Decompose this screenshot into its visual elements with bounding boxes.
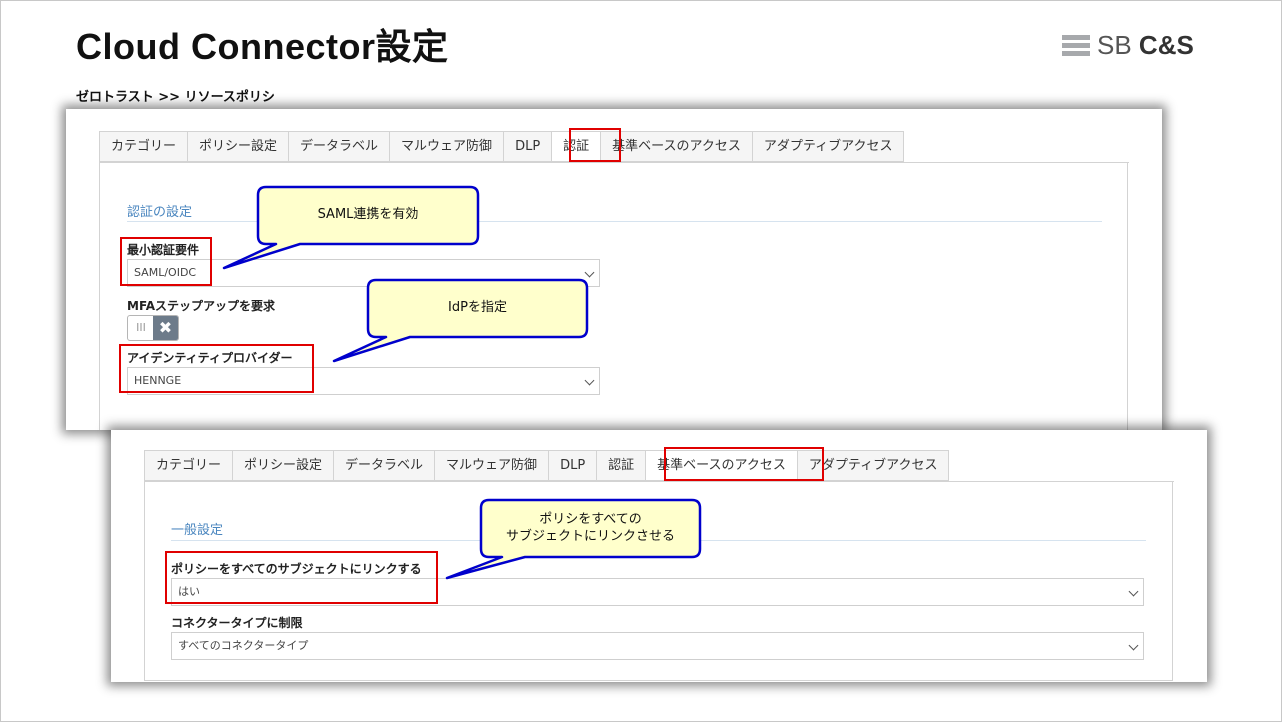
callout-policy-line1: ポリシをすべての xyxy=(539,512,642,527)
toggle-off-icon: ✖ xyxy=(153,316,178,340)
tab-criteria-based-access[interactable]: 基準ベースのアクセス xyxy=(600,131,752,162)
tab-data-label[interactable]: データラベル xyxy=(333,450,435,481)
callout-policy-line2: サブジェクトにリンクさせる xyxy=(505,529,675,544)
min-auth-label: 最小認証要件 xyxy=(127,243,200,257)
tab-policy-settings[interactable]: ポリシー設定 xyxy=(232,450,334,481)
idp-select[interactable]: HENNGE xyxy=(127,367,600,395)
chevron-down-icon xyxy=(1128,586,1139,597)
toggle-on-icon: III xyxy=(136,321,146,334)
min-auth-value: SAML/OIDC xyxy=(134,266,197,279)
callout-policy-text: ポリシをすべての サブジェクトにリンクさせる xyxy=(481,511,700,545)
callout-saml-text: SAML連携を有効 xyxy=(317,207,419,222)
connector-type-value: すべてのコネクタータイプ xyxy=(178,639,309,652)
tab-malware-defense[interactable]: マルウェア防御 xyxy=(434,450,549,481)
tab-adaptive-access[interactable]: アダプティブアクセス xyxy=(751,131,905,162)
callout-idp-text: IdPを指定 xyxy=(448,300,507,315)
connector-type-label: コネクタータイプに制限 xyxy=(171,616,303,630)
tab-adaptive-access[interactable]: アダプティブアクセス xyxy=(796,450,950,481)
company-logo: SB C&S xyxy=(1062,30,1197,62)
breadcrumb: ゼロトラスト >> リソースポリシ xyxy=(76,90,275,105)
tab-policy-settings[interactable]: ポリシー設定 xyxy=(187,131,289,162)
page-title: Cloud Connector設定 xyxy=(76,26,449,67)
tab-dlp[interactable]: DLP xyxy=(503,131,552,162)
auth-settings-panel: カテゴリー ポリシー設定 データラベル マルウェア防御 DLP 認証 基準ベース… xyxy=(66,109,1162,430)
link-subjects-label: ポリシーをすべてのサブジェクトにリンクする xyxy=(171,562,422,576)
section-title-general: 一般設定 xyxy=(171,523,224,538)
chevron-down-icon xyxy=(1128,640,1139,651)
chevron-down-icon xyxy=(584,375,595,386)
idp-value: HENNGE xyxy=(134,374,182,387)
tab-criteria-based-access[interactable]: 基準ベースのアクセス xyxy=(645,450,797,481)
mfa-label: MFAステップアップを要求 xyxy=(127,299,276,313)
tab-data-label[interactable]: データラベル xyxy=(288,131,390,162)
idp-label: アイデンティティプロバイダー xyxy=(127,351,293,365)
tab-dlp[interactable]: DLP xyxy=(548,450,597,481)
link-subjects-value: はい xyxy=(178,585,200,598)
connector-type-select[interactable]: すべてのコネクタータイプ xyxy=(171,632,1144,660)
tab-malware-defense[interactable]: マルウェア防御 xyxy=(389,131,504,162)
tab-bar: カテゴリー ポリシー設定 データラベル マルウェア防御 DLP 認証 基準ベース… xyxy=(99,131,905,162)
section-title-auth: 認証の設定 xyxy=(127,205,193,220)
mfa-toggle[interactable]: III ✖ xyxy=(127,315,179,341)
tab-bar: カテゴリー ポリシー設定 データラベル マルウェア防御 DLP 認証 基準ベース… xyxy=(144,450,950,481)
tab-authentication[interactable]: 認証 xyxy=(551,131,601,162)
logo-bars-icon xyxy=(1062,35,1090,57)
tab-category[interactable]: カテゴリー xyxy=(99,131,188,162)
min-auth-select[interactable]: SAML/OIDC xyxy=(127,259,600,287)
chevron-down-icon xyxy=(584,267,595,278)
link-subjects-select[interactable]: はい xyxy=(171,578,1144,606)
criteria-access-panel: カテゴリー ポリシー設定 データラベル マルウェア防御 DLP 認証 基準ベース… xyxy=(111,430,1207,682)
tab-authentication[interactable]: 認証 xyxy=(596,450,646,481)
logo-text: SB C&S xyxy=(1097,30,1194,60)
tab-category[interactable]: カテゴリー xyxy=(144,450,233,481)
